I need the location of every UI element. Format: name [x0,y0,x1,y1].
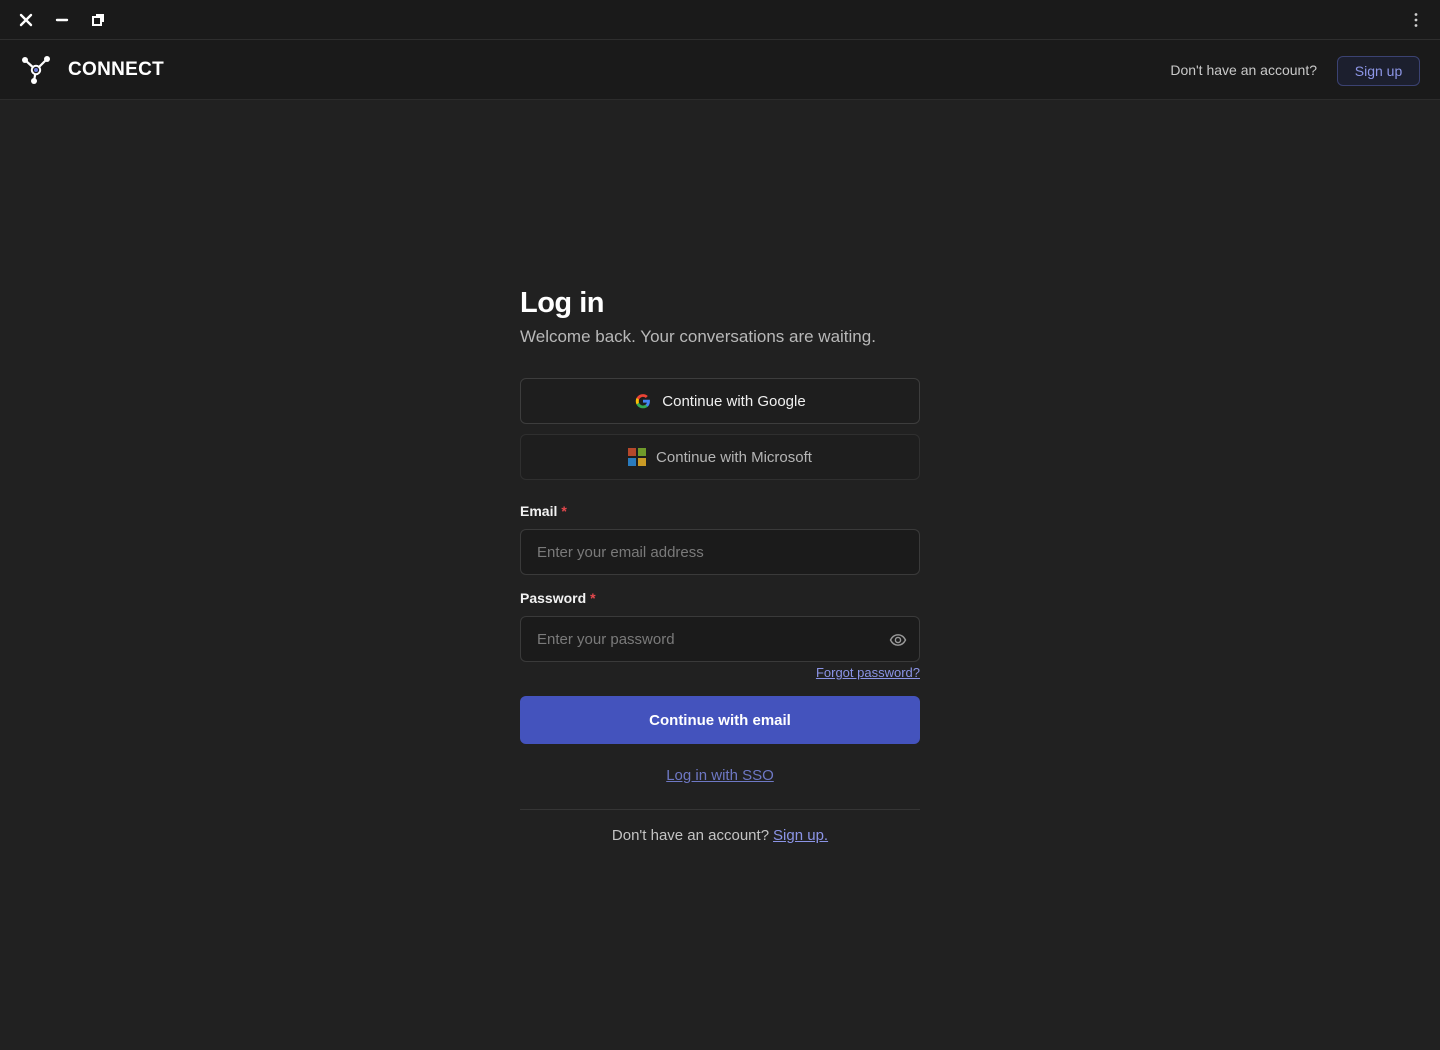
forgot-password-row: Forgot password? [520,664,920,686]
forgot-password-link[interactable]: Forgot password? [816,665,920,680]
page-subtitle: Welcome back. Your conversations are wai… [520,327,876,346]
google-login-button[interactable]: Continue with Google [520,378,920,424]
required-marker: * [590,590,596,606]
password-label-text: Password [520,590,587,606]
signup-prompt-text: Don't have an account? [611,827,770,844]
login-form: Log in Welcome back. Your conversations … [520,284,920,844]
password-label: Password * [520,590,920,610]
brand-name[interactable]: CONNECT [68,59,164,81]
microsoft-login-button[interactable]: Continue with Microsoft [520,434,920,480]
header-signup-button[interactable]: Sign up [1337,56,1420,86]
page-title: Log in [520,287,604,319]
required-marker: * [561,503,567,519]
email-field-wrapper [520,529,920,575]
microsoft-login-label: Continue with Microsoft [656,448,812,466]
google-icon [634,392,652,410]
signup-link[interactable]: Sign up. [773,827,828,844]
microsoft-icon [628,448,647,466]
minimize-icon[interactable] [52,10,72,30]
more-vertical-icon[interactable] [1406,10,1426,30]
sso-login-link[interactable]: Log in with SSO [666,767,774,784]
password-field[interactable] [521,617,919,661]
restore-icon[interactable] [88,10,108,30]
continue-with-email-button[interactable]: Continue with email [520,696,920,744]
email-label: Email * [520,503,920,523]
window-titlebar [0,0,1440,40]
email-field[interactable] [521,530,919,574]
header-signup-prompt: Don't have an account? [1170,62,1317,78]
password-field-wrapper [520,616,920,662]
divider [520,809,920,810]
signup-prompt: Don't have an account? Sign up. [520,827,920,844]
network-nodes-icon[interactable] [20,54,52,86]
sso-row: Log in with SSO [520,767,920,787]
google-login-label: Continue with Google [662,392,806,410]
email-label-text: Email [520,503,558,519]
app-header: CONNECT Don't have an account? Sign up [0,40,1440,100]
eye-icon[interactable] [889,631,907,649]
close-icon[interactable] [16,10,36,30]
